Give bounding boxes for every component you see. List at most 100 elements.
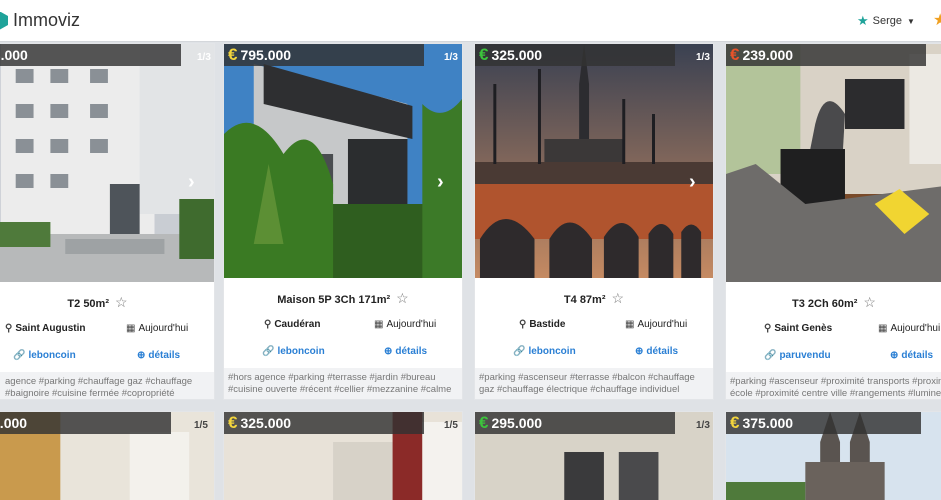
source-text: leboncoin <box>528 346 576 357</box>
tags-line: école #proximité centre ville #rangement… <box>730 388 941 399</box>
tags-line: #baignoire #cuisine fermée #copropriété <box>5 388 175 399</box>
photo-counter: 1/3 <box>696 420 710 431</box>
map-marker-icon: ⚲ <box>5 323 13 334</box>
date-text: Aujourd'hui <box>637 319 688 330</box>
listing-title: Maison 5P 3Ch 171m² ☆ <box>224 290 462 307</box>
favorite-star-icon[interactable]: ☆ <box>612 290 625 306</box>
listing-title-text: T4 87m² <box>563 294 606 306</box>
price-band: €295.000 <box>475 412 675 434</box>
map-marker-icon: ⚲ <box>519 319 527 330</box>
favorites-star-icon[interactable]: ★ <box>933 10 941 30</box>
next-photo-arrow-icon[interactable]: › <box>437 171 444 194</box>
price-band: €325.000 <box>475 44 675 66</box>
euro-icon: € <box>228 45 238 64</box>
plus-circle-icon: ⊕ <box>890 350 899 361</box>
details-link[interactable]: ⊕ détails <box>384 346 427 357</box>
caret-down-icon: ▼ <box>907 16 915 26</box>
euro-icon: € <box>228 413 238 432</box>
listing-title: T4 87m² ☆ <box>475 290 713 307</box>
listing-title-text: Maison 5P 3Ch 171m² <box>277 294 391 306</box>
link-icon: 🔗 <box>513 346 526 357</box>
star-icon: ★ <box>857 13 869 28</box>
price: 325.000 <box>240 415 292 431</box>
location: ⚲ Saint Genès <box>764 323 832 334</box>
tags: agence #parking #chauffage gaz #chauffag… <box>0 372 214 399</box>
source-text: leboncoin <box>277 346 325 357</box>
tags-line: #cuisine ouverte #récent #cellier #mezza… <box>228 384 452 395</box>
source-link[interactable]: 🔗 leboncoin <box>13 350 76 361</box>
listing-card[interactable]: 18.000 1/3 › T2 50m² ☆ ⚲Saint Augustin ▦A… <box>0 43 215 400</box>
price: 18.000 <box>0 47 28 63</box>
listing-card[interactable]: €325.000 1/5 <box>223 411 463 500</box>
euro-icon: € <box>730 413 740 432</box>
listing-photo <box>0 44 214 282</box>
navbar: Immoviz ★ Serge ▼ ★ <box>0 0 941 42</box>
date-text: Aujourd'hui <box>890 323 941 334</box>
details-link[interactable]: ⊕ détails <box>890 350 933 361</box>
location: ⚲ Saint Augustin <box>5 323 86 334</box>
price: 375.000 <box>742 415 794 431</box>
location: ⚲ Caudéran <box>264 319 320 330</box>
date-text: Aujourd'hui <box>138 323 189 334</box>
photo-counter: 1/3 <box>444 52 458 63</box>
user-menu[interactable]: ★ Serge ▼ <box>857 13 915 29</box>
listing-photo <box>726 44 941 282</box>
location-text: Saint Augustin <box>15 323 86 334</box>
link-icon: 🔗 <box>13 350 26 361</box>
price: 325.000 <box>491 47 543 63</box>
listing-photo <box>224 44 462 278</box>
favorite-star-icon[interactable]: ☆ <box>863 294 876 310</box>
date: ▦ Aujourd'hui <box>878 323 940 334</box>
source-link[interactable]: 🔗 leboncoin <box>513 346 576 357</box>
brand[interactable]: Immoviz <box>0 10 80 31</box>
source-text: leboncoin <box>28 350 76 361</box>
details-link[interactable]: ⊕ détails <box>635 346 678 357</box>
user-name: Serge <box>872 15 903 27</box>
listing-card[interactable]: 11.000 1/5 <box>0 411 215 500</box>
listing-title: T3 2Ch 60m² ☆ <box>726 294 941 311</box>
price-band: €239.000 <box>726 44 926 66</box>
listing-card[interactable]: €375.000 <box>725 411 941 500</box>
price-band: €325.000 <box>224 412 424 434</box>
listing-card[interactable]: €295.000 1/3 <box>474 411 714 500</box>
link-icon: 🔗 <box>262 346 275 357</box>
calendar-icon: ▦ <box>878 323 888 334</box>
price-band: 18.000 <box>0 44 181 66</box>
details-text: détails <box>646 346 679 357</box>
date: ▦ Aujourd'hui <box>374 319 436 330</box>
photo-counter: 1/5 <box>194 420 208 431</box>
brand-logo-icon <box>0 11 8 30</box>
price-band: €375.000 <box>726 412 921 434</box>
tags-line: agence #parking #chauffage gaz #chauffag… <box>5 376 193 387</box>
listing-card[interactable]: €325.000 1/3 › T4 87m² ☆ ⚲ Bastide ▦ Aujour… <box>474 43 714 400</box>
photo-counter: 1/3 <box>197 52 211 63</box>
price: 11.000 <box>0 415 28 431</box>
photo-counter: 1/5 <box>444 420 458 431</box>
calendar-icon: ▦ <box>374 319 384 330</box>
details-link[interactable]: ⊕ détails <box>137 350 180 361</box>
location-text: Saint Genès <box>774 323 833 334</box>
source-text: paruvendu <box>779 350 831 361</box>
tags-line: gaz #chauffage électrique #chauffage ind… <box>479 384 680 395</box>
listing-card[interactable]: €795.000 1/3 › Maison 5P 3Ch 171m² ☆ ⚲ Cau… <box>223 43 463 400</box>
favorite-star-icon[interactable]: ☆ <box>396 290 409 306</box>
location: ⚲ Bastide <box>519 319 565 330</box>
next-photo-arrow-icon[interactable]: › <box>188 171 195 194</box>
listing-card[interactable]: €239.000 T3 2Ch 60m² ☆ ⚲ Saint Genès ▦ Aujo… <box>725 43 941 400</box>
source-link[interactable]: 🔗 leboncoin <box>262 346 325 357</box>
price-band: €795.000 <box>224 44 424 66</box>
favorite-star-icon[interactable]: ☆ <box>115 294 128 310</box>
listing-photo <box>475 44 713 278</box>
date: ▦ Aujourd'hui <box>126 323 188 334</box>
tags-line: #parking #ascenseur #proximité transport… <box>730 376 941 387</box>
source-link[interactable]: 🔗 paruvendu <box>764 350 831 361</box>
next-photo-arrow-icon[interactable]: › <box>689 171 696 194</box>
photo-counter: 1/3 <box>696 52 710 63</box>
brand-name: Immoviz <box>13 10 80 30</box>
calendar-icon: ▦ <box>625 319 635 330</box>
listing-title-text: T2 50m² <box>67 298 109 310</box>
tags: #hors agence #parking #terrasse #jardin … <box>224 368 462 399</box>
listing-title: T2 50m² ☆ <box>0 294 214 311</box>
details-text: détails <box>395 346 428 357</box>
price-band: 11.000 <box>0 412 171 434</box>
